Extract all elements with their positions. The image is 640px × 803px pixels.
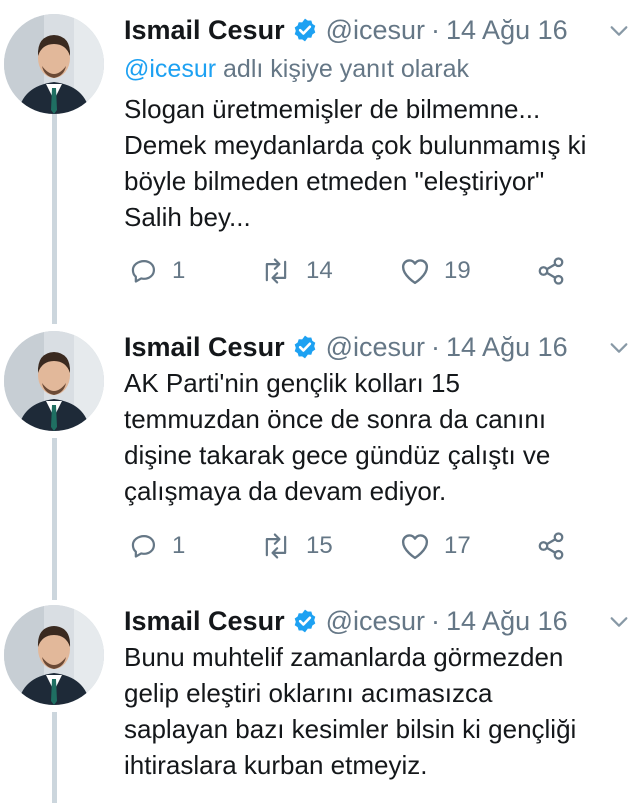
chevron-down-icon[interactable] [608, 20, 630, 42]
tweet-actions: 1 14 19 [124, 251, 624, 291]
reply-button[interactable]: 1 [130, 526, 185, 566]
retweet-count: 14 [306, 257, 333, 284]
avatar[interactable] [4, 605, 104, 705]
retweet-button[interactable]: 14 [260, 251, 333, 291]
meta-separator: · [431, 331, 441, 362]
reply-mention-link[interactable]: @icesur [124, 55, 216, 83]
tweet-header: Ismail Cesur @icesur · 14 Ağu 16 [124, 601, 568, 641]
verified-badge-icon [294, 18, 315, 42]
tweet-text-line: saplayan bazı kesimler bilsin ki gençliğ… [124, 714, 577, 744]
tweet-text-line: Bunu muhtelif zamanlarda görmezden [124, 642, 564, 672]
reply-context-text: adlı kişiye yanıt olarak [216, 55, 469, 83]
reply-count: 1 [172, 532, 186, 559]
tweet-actions: 1 15 17 [124, 526, 624, 566]
tweet-text-line: böyle bilmeden etmeden "eleştiriyor" [124, 166, 545, 196]
tweet-text-line: Slogan üretmemişler de bilmemne... [124, 94, 541, 124]
heart-icon [401, 259, 429, 285]
verified-badge-icon [294, 335, 315, 359]
meta-separator: · [431, 14, 441, 45]
chevron-down-icon[interactable] [608, 337, 630, 359]
author-handle[interactable]: @icesur [326, 15, 425, 46]
tweet-text-line: dişine takarak gece gündüz çalıştı ve [124, 440, 551, 470]
avatar-photo [4, 331, 104, 431]
tweet-header: Ismail Cesur @icesur · 14 Ağu 16 [124, 327, 568, 367]
author-handle[interactable]: @icesur [326, 332, 425, 363]
reply-context: @icesur adlı kişiye yanıt olarak [124, 55, 469, 84]
tweet-header: Ismail Cesur @icesur · 14 Ağu 16 [124, 10, 568, 50]
tweet-text-line: Demek meydanlarda çok bulunmamış ki [124, 130, 587, 160]
tweet-date[interactable]: 14 Ağu 16 [446, 332, 568, 363]
retweet-icon [265, 533, 287, 559]
author-name[interactable]: Ismail Cesur [124, 15, 285, 46]
verified-badge-icon [294, 609, 315, 633]
reply-icon [131, 259, 156, 283]
tweet[interactable]: Ismail Cesur @icesur · 14 Ağu 16 @icesur… [0, 10, 640, 310]
share-icon [538, 532, 564, 560]
meta-separator: · [431, 605, 441, 636]
tweet-date[interactable]: 14 Ağu 16 [446, 15, 568, 46]
tweet-text: AK Parti'nin gençlik kolları 15 temmuzda… [124, 365, 634, 509]
avatar-photo [4, 14, 104, 114]
tweet-text-line: AK Parti'nin gençlik kolları 15 [124, 368, 460, 398]
reply-icon [131, 534, 156, 558]
like-count: 19 [444, 257, 471, 284]
like-button[interactable]: 17 [400, 526, 471, 566]
reply-count: 1 [172, 257, 186, 284]
tweet-date[interactable]: 14 Ağu 16 [446, 606, 568, 637]
author-handle[interactable]: @icesur [326, 606, 425, 637]
avatar[interactable] [4, 14, 104, 114]
tweet[interactable]: Ismail Cesur @icesur · 14 Ağu 16 Bunu mu… [0, 601, 640, 803]
tweet-text-line: Salih bey... [124, 202, 251, 232]
like-button[interactable]: 19 [400, 251, 471, 291]
share-icon [538, 257, 564, 285]
share-button[interactable] [536, 526, 566, 566]
avatar[interactable] [4, 331, 104, 431]
tweet-text-line: temmuzdan önce de sonra da canını [124, 404, 547, 434]
retweet-icon [265, 258, 287, 284]
tweet-text-line: çalışmaya da devam ediyor. [124, 476, 447, 506]
chevron-down-icon[interactable] [608, 611, 630, 633]
tweet[interactable]: Ismail Cesur @icesur · 14 Ağu 16 AK Part… [0, 327, 640, 597]
reply-button[interactable]: 1 [130, 251, 185, 291]
retweet-button[interactable]: 15 [260, 526, 333, 566]
retweet-count: 15 [306, 532, 333, 559]
heart-icon [401, 534, 429, 560]
avatar-photo [4, 605, 104, 705]
tweet-text-line: gelip eleştiri oklarını acımasızca [124, 678, 493, 708]
tweet-text: Slogan üretmemişler de bilmemne... Demek… [124, 91, 634, 235]
author-name[interactable]: Ismail Cesur [124, 606, 285, 637]
tweet-thread: Ismail Cesur @icesur · 14 Ağu 16 @icesur… [0, 0, 640, 803]
author-name[interactable]: Ismail Cesur [124, 332, 285, 363]
like-count: 17 [444, 532, 471, 559]
tweet-text: Bunu muhtelif zamanlarda görmezden gelip… [124, 639, 634, 783]
tweet-text-line: ihtiraslara kurban etmeyiz. [124, 750, 428, 780]
share-button[interactable] [536, 251, 566, 291]
